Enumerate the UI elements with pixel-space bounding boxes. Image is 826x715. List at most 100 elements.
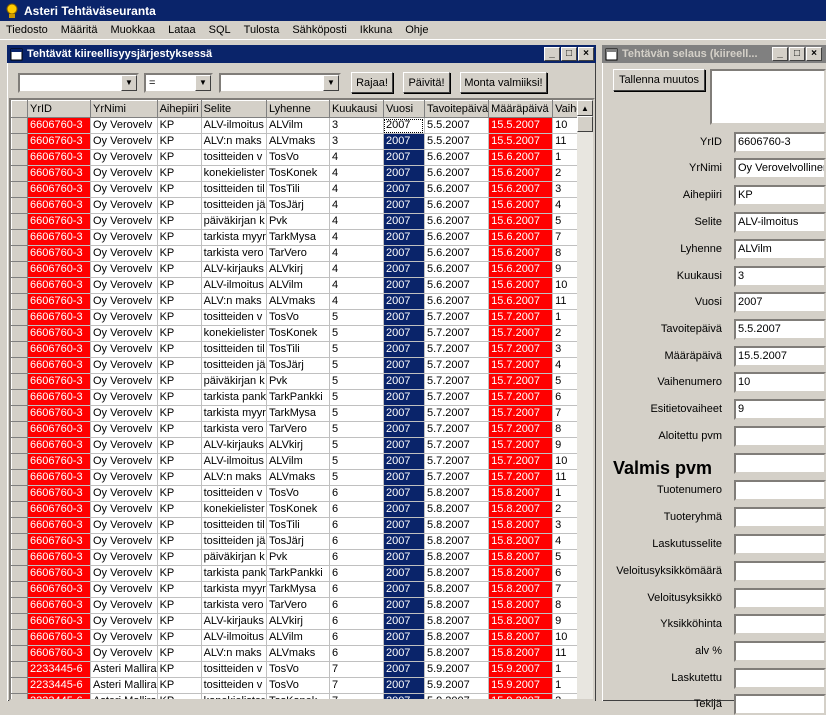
table-cell[interactable]: TosVo xyxy=(266,677,330,694)
table-cell[interactable]: 6606760-3 xyxy=(27,181,91,198)
table-cell[interactable]: 15.8.2007 xyxy=(488,485,554,502)
column-header[interactable]: Vuosi xyxy=(382,100,425,118)
table-cell[interactable]: KP xyxy=(157,277,202,294)
table-row[interactable]: 6606760-3 Oy Verovelv KP ALV:n maks ALVmaks 5… xyxy=(11,469,584,486)
table-cell[interactable]: 6606760-3 xyxy=(27,341,91,358)
table-cell[interactable]: 6606760-3 xyxy=(27,453,91,470)
row-selector[interactable] xyxy=(11,181,28,198)
table-cell[interactable]: Oy Verovelv xyxy=(90,357,158,374)
table-cell[interactable]: ALVilm xyxy=(266,629,330,646)
table-cell[interactable]: 5 xyxy=(329,341,384,358)
table-cell[interactable]: tarkista myyr xyxy=(201,229,267,246)
table-cell[interactable]: 6606760-3 xyxy=(27,245,91,262)
field-input[interactable]: 9 xyxy=(734,399,826,420)
row-selector[interactable] xyxy=(11,549,28,566)
table-cell[interactable]: 4 xyxy=(329,181,384,198)
row-selector[interactable] xyxy=(11,245,28,262)
table-cell[interactable]: KP xyxy=(157,597,202,614)
row-selector[interactable] xyxy=(11,565,28,582)
table-cell[interactable]: 5.9.2007 xyxy=(424,693,490,699)
table-cell[interactable]: 15.6.2007 xyxy=(488,181,554,198)
table-cell[interactable]: 5.8.2007 xyxy=(424,549,490,566)
row-selector[interactable] xyxy=(11,405,28,422)
table-cell[interactable]: KP xyxy=(157,661,202,678)
table-cell[interactable]: tarkista vero xyxy=(201,597,267,614)
table-cell[interactable]: 15.8.2007 xyxy=(488,581,554,598)
table-cell[interactable]: 6 xyxy=(329,597,384,614)
table-cell[interactable]: 6 xyxy=(329,565,384,582)
table-cell[interactable]: 6606760-3 xyxy=(27,133,91,150)
table-cell[interactable]: TosJärj xyxy=(266,357,330,374)
table-row[interactable]: 6606760-3 Oy Verovelv KP tositteiden til Tos… xyxy=(11,517,584,534)
table-row[interactable]: 6606760-3 Oy Verovelv KP tarkista vero TarVe… xyxy=(11,597,584,614)
table-cell[interactable]: 15.9.2007 xyxy=(488,677,554,694)
mark-many-done-button[interactable]: Monta valmiiksi! xyxy=(460,72,547,93)
table-cell[interactable]: 2007 xyxy=(383,405,425,422)
table-row[interactable]: 6606760-3 Oy Verovelv KP tositteiden jä TosJ… xyxy=(11,533,584,550)
table-cell[interactable]: 5.9.2007 xyxy=(424,661,490,678)
field-input[interactable]: 10 xyxy=(734,372,826,393)
table-cell[interactable]: 2007 xyxy=(383,357,425,374)
table-cell[interactable]: konekielister xyxy=(201,501,267,518)
menu-item[interactable]: Lataa xyxy=(162,24,203,36)
table-cell[interactable]: 6 xyxy=(329,517,384,534)
table-cell[interactable]: 15.8.2007 xyxy=(488,501,554,518)
table-cell[interactable]: 5.7.2007 xyxy=(424,341,490,358)
row-selector[interactable] xyxy=(11,117,28,134)
table-cell[interactable]: TarVero xyxy=(266,421,330,438)
table-cell[interactable]: 5.8.2007 xyxy=(424,597,490,614)
row-selector[interactable] xyxy=(11,357,28,374)
table-cell[interactable]: 2007 xyxy=(383,613,425,630)
table-row[interactable]: 6606760-3 Oy Verovelv KP päiväkirjan k Pvk 4 2… xyxy=(11,213,584,230)
maximize-icon[interactable]: □ xyxy=(561,47,577,61)
table-cell[interactable]: Oy Verovelv xyxy=(90,437,158,454)
table-cell[interactable]: 2007 xyxy=(383,693,425,699)
table-cell[interactable]: 5.8.2007 xyxy=(424,613,490,630)
table-cell[interactable]: 2007 xyxy=(383,325,425,342)
field-input[interactable]: 6606760-3 xyxy=(734,132,826,153)
table-cell[interactable]: 5 xyxy=(329,373,384,390)
table-cell[interactable]: Pvk xyxy=(266,549,330,566)
table-cell[interactable]: KP xyxy=(157,149,202,166)
table-row[interactable]: 6606760-3 Oy Verovelv KP konekielister TosKo… xyxy=(11,501,584,518)
table-cell[interactable]: 2007 xyxy=(383,549,425,566)
table-cell[interactable]: tarkista myyr xyxy=(201,581,267,598)
menu-item[interactable]: Sähköposti xyxy=(286,24,353,36)
table-cell[interactable]: 4 xyxy=(329,277,384,294)
table-cell[interactable]: TosVo xyxy=(266,485,330,502)
row-selector[interactable] xyxy=(11,213,28,230)
table-cell[interactable]: 2007 xyxy=(383,277,425,294)
table-cell[interactable]: TarkMysa xyxy=(266,229,330,246)
table-cell[interactable]: tarkista vero xyxy=(201,245,267,262)
table-cell[interactable]: 15.6.2007 xyxy=(488,261,554,278)
field-input[interactable] xyxy=(734,668,826,689)
menu-item[interactable]: Ohje xyxy=(399,24,435,36)
table-cell[interactable]: 5.6.2007 xyxy=(424,149,490,166)
table-cell[interactable]: 5 xyxy=(329,437,384,454)
table-cell[interactable]: Oy Verovelv xyxy=(90,565,158,582)
table-cell[interactable]: KP xyxy=(157,549,202,566)
table-cell[interactable]: Oy Verovelv xyxy=(90,469,158,486)
table-cell[interactable]: 15.8.2007 xyxy=(488,517,554,534)
table-cell[interactable]: 6 xyxy=(329,613,384,630)
table-cell[interactable]: 15.7.2007 xyxy=(488,405,554,422)
filter-value-select[interactable]: ▼ xyxy=(219,73,341,93)
table-row[interactable]: 6606760-3 Oy Verovelv KP päiväkirjan k Pvk 5 2… xyxy=(11,373,584,390)
table-cell[interactable]: 2007 xyxy=(383,261,425,278)
table-cell[interactable]: TarkPankki xyxy=(266,389,330,406)
table-cell[interactable]: päiväkirjan k xyxy=(201,549,267,566)
filter-field-select[interactable]: ▼ xyxy=(18,73,139,93)
table-cell[interactable]: 6606760-3 xyxy=(27,613,91,630)
table-cell[interactable]: 2007 xyxy=(383,341,425,358)
table-cell[interactable]: TosVo xyxy=(266,149,330,166)
scroll-up-icon[interactable]: ▲ xyxy=(577,100,593,116)
table-row[interactable]: 6606760-3 Oy Verovelv KP konekielister TosKo… xyxy=(11,325,584,342)
table-cell[interactable]: ALV:n maks xyxy=(201,645,267,662)
table-cell[interactable]: Oy Verovelv xyxy=(90,197,158,214)
table-cell[interactable]: 2007 xyxy=(383,181,425,198)
table-cell[interactable]: KP xyxy=(157,133,202,150)
table-row[interactable]: 6606760-3 Oy Verovelv KP konekielister TosKo… xyxy=(11,165,584,182)
table-cell[interactable]: 2007 xyxy=(383,453,425,470)
table-cell[interactable]: 5 xyxy=(329,405,384,422)
table-cell[interactable]: 5.6.2007 xyxy=(424,181,490,198)
